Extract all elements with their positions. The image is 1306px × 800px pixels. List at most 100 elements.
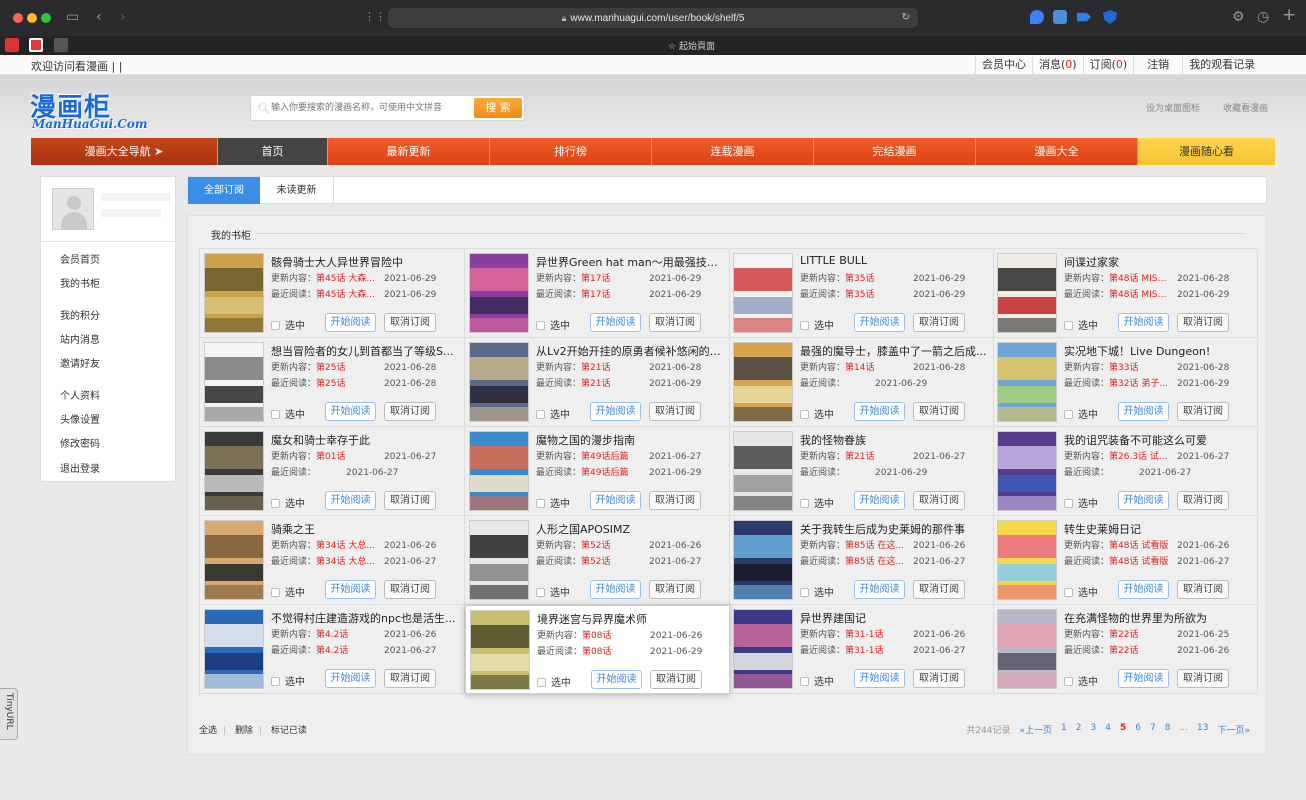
start-reading-button[interactable]: 开始阅读 bbox=[854, 580, 905, 599]
read-episode[interactable]: 第21话 bbox=[581, 376, 643, 389]
book-title[interactable]: LITTLE BULL bbox=[800, 254, 988, 267]
close-window-button[interactable] bbox=[13, 13, 23, 23]
checkbox-icon[interactable] bbox=[800, 321, 809, 330]
start-reading-button[interactable]: 开始阅读 bbox=[325, 669, 376, 688]
select-checkbox[interactable]: 选中 bbox=[271, 406, 305, 421]
sidebar-item-profile[interactable]: 个人资料 bbox=[60, 387, 100, 402]
start-reading-button[interactable]: 开始阅读 bbox=[1118, 402, 1169, 421]
unsubscribe-button[interactable]: 取消订阅 bbox=[384, 580, 436, 599]
book-cover[interactable] bbox=[204, 520, 264, 600]
back-icon[interactable]: ‹ bbox=[96, 10, 102, 24]
page-link-7[interactable]: 7 bbox=[1150, 723, 1156, 736]
start-reading-button[interactable]: 开始阅读 bbox=[1118, 580, 1169, 599]
sidebar-item-bookshelf[interactable]: 我的书柜 bbox=[60, 275, 100, 290]
book-cover[interactable] bbox=[997, 253, 1057, 333]
checkbox-icon[interactable] bbox=[800, 588, 809, 597]
unsubscribe-button[interactable]: 取消订阅 bbox=[384, 313, 436, 332]
select-checkbox[interactable]: 选中 bbox=[1064, 584, 1098, 599]
checkbox-icon[interactable] bbox=[271, 499, 280, 508]
start-reading-button[interactable]: 开始阅读 bbox=[590, 491, 641, 510]
checkbox-icon[interactable] bbox=[536, 588, 545, 597]
extension-mask-icon[interactable] bbox=[1053, 10, 1067, 24]
unsubscribe-button[interactable]: 取消订阅 bbox=[1177, 580, 1229, 599]
start-reading-button[interactable]: 开始阅读 bbox=[325, 402, 376, 421]
start-page-link[interactable]: ☆ 起始頁面 bbox=[668, 39, 715, 52]
update-episode[interactable]: 第26.3话 试... bbox=[1109, 449, 1171, 462]
start-reading-button[interactable]: 开始阅读 bbox=[591, 670, 642, 689]
unsubscribe-button[interactable]: 取消订阅 bbox=[649, 491, 701, 510]
page-link-2[interactable]: 2 bbox=[1076, 723, 1082, 736]
search-input[interactable] bbox=[271, 99, 471, 117]
update-episode[interactable]: 第48话 MISS... bbox=[1109, 271, 1171, 284]
book-cover[interactable] bbox=[997, 431, 1057, 511]
nav-completed[interactable]: 完结漫画 bbox=[814, 138, 976, 165]
start-reading-button[interactable]: 开始阅读 bbox=[1118, 313, 1169, 332]
book-cover[interactable] bbox=[204, 253, 264, 333]
book-cover[interactable] bbox=[733, 253, 793, 333]
unsubscribe-button[interactable]: 取消订阅 bbox=[649, 402, 701, 421]
update-episode[interactable]: 第08话 bbox=[582, 628, 644, 641]
subscriptions-link[interactable]: 订阅(0) bbox=[1082, 55, 1134, 75]
start-reading-button[interactable]: 开始阅读 bbox=[325, 313, 376, 332]
gear-icon[interactable]: ⚙ bbox=[1232, 10, 1245, 24]
select-checkbox[interactable]: 选中 bbox=[800, 406, 834, 421]
unsubscribe-button[interactable]: 取消订阅 bbox=[1177, 669, 1229, 688]
start-reading-button[interactable]: 开始阅读 bbox=[1118, 491, 1169, 510]
read-episode[interactable]: 第49话后篇 bbox=[581, 465, 643, 478]
checkbox-icon[interactable] bbox=[536, 321, 545, 330]
book-cover[interactable] bbox=[997, 342, 1057, 422]
update-episode[interactable]: 第35话 bbox=[845, 271, 907, 284]
book-title[interactable]: 实况地下城！Live Dungeon! bbox=[1064, 343, 1252, 359]
nav-latest-updates[interactable]: 最新更新 bbox=[328, 138, 490, 165]
book-title[interactable]: 想当冒险者的女儿到首都当了等级S... bbox=[271, 343, 459, 359]
bookmark-red-icon[interactable] bbox=[5, 38, 19, 52]
update-episode[interactable]: 第45话 大森... bbox=[316, 271, 378, 284]
book-cover[interactable] bbox=[204, 609, 264, 689]
checkbox-icon[interactable] bbox=[800, 499, 809, 508]
select-checkbox[interactable]: 选中 bbox=[536, 495, 570, 510]
select-checkbox[interactable]: 选中 bbox=[1064, 673, 1098, 688]
prev-page-link[interactable]: «上一页 bbox=[1020, 723, 1053, 736]
extension-arrow-icon[interactable] bbox=[1077, 12, 1091, 22]
read-episode[interactable]: 第22话 bbox=[1109, 643, 1171, 656]
unsubscribe-button[interactable]: 取消订阅 bbox=[913, 402, 965, 421]
bookmark-robot-icon[interactable] bbox=[54, 38, 68, 52]
book-cover[interactable] bbox=[204, 431, 264, 511]
page-link-1[interactable]: 1 bbox=[1061, 723, 1067, 736]
tab-unread-updates[interactable]: 未读更新 bbox=[260, 177, 334, 204]
checkbox-icon[interactable] bbox=[271, 677, 280, 686]
update-episode[interactable]: 第17话 bbox=[581, 271, 643, 284]
unsubscribe-button[interactable]: 取消订阅 bbox=[649, 580, 701, 599]
start-reading-button[interactable]: 开始阅读 bbox=[590, 580, 641, 599]
book-title[interactable]: 在充满怪物的世界里为所欲为 bbox=[1064, 610, 1252, 626]
sidebar-item-messages[interactable]: 站内消息 bbox=[60, 331, 100, 346]
book-cover[interactable] bbox=[997, 609, 1057, 689]
read-episode[interactable]: 第32话 弟子... bbox=[1109, 376, 1171, 389]
unsubscribe-button[interactable]: 取消订阅 bbox=[650, 670, 702, 689]
reload-icon[interactable]: ↻ bbox=[902, 8, 910, 28]
start-reading-button[interactable]: 开始阅读 bbox=[590, 313, 641, 332]
update-episode[interactable]: 第21话 bbox=[581, 360, 643, 373]
checkbox-icon[interactable] bbox=[1064, 410, 1073, 419]
update-episode[interactable]: 第14话 bbox=[845, 360, 907, 373]
select-checkbox[interactable]: 选中 bbox=[536, 406, 570, 421]
read-episode[interactable]: 第31-1话 bbox=[845, 643, 907, 656]
start-reading-button[interactable]: 开始阅读 bbox=[854, 669, 905, 688]
read-episode[interactable]: 第48话 MISS... bbox=[1109, 287, 1171, 300]
select-checkbox[interactable]: 选中 bbox=[800, 584, 834, 599]
page-link-last[interactable]: 13 bbox=[1197, 723, 1208, 736]
book-cover[interactable] bbox=[733, 609, 793, 689]
extension-drop-icon[interactable] bbox=[1030, 10, 1044, 24]
checkbox-icon[interactable] bbox=[1064, 321, 1073, 330]
unsubscribe-button[interactable]: 取消订阅 bbox=[384, 491, 436, 510]
unsubscribe-button[interactable]: 取消订阅 bbox=[913, 580, 965, 599]
search-button[interactable]: 搜 索 bbox=[474, 98, 522, 118]
select-checkbox[interactable]: 选中 bbox=[1064, 495, 1098, 510]
unsubscribe-button[interactable]: 取消订阅 bbox=[913, 491, 965, 510]
book-title[interactable]: 我的怪物眷族 bbox=[800, 432, 988, 448]
site-logo[interactable]: 漫画柜 ManHuaGui.Com bbox=[30, 87, 154, 131]
sidebar-item-change-password[interactable]: 修改密码 bbox=[60, 435, 100, 450]
sidebar-item-avatar-settings[interactable]: 头像设置 bbox=[60, 411, 100, 426]
read-episode[interactable]: 第85话 在这... bbox=[845, 554, 907, 567]
checkbox-icon[interactable] bbox=[800, 677, 809, 686]
